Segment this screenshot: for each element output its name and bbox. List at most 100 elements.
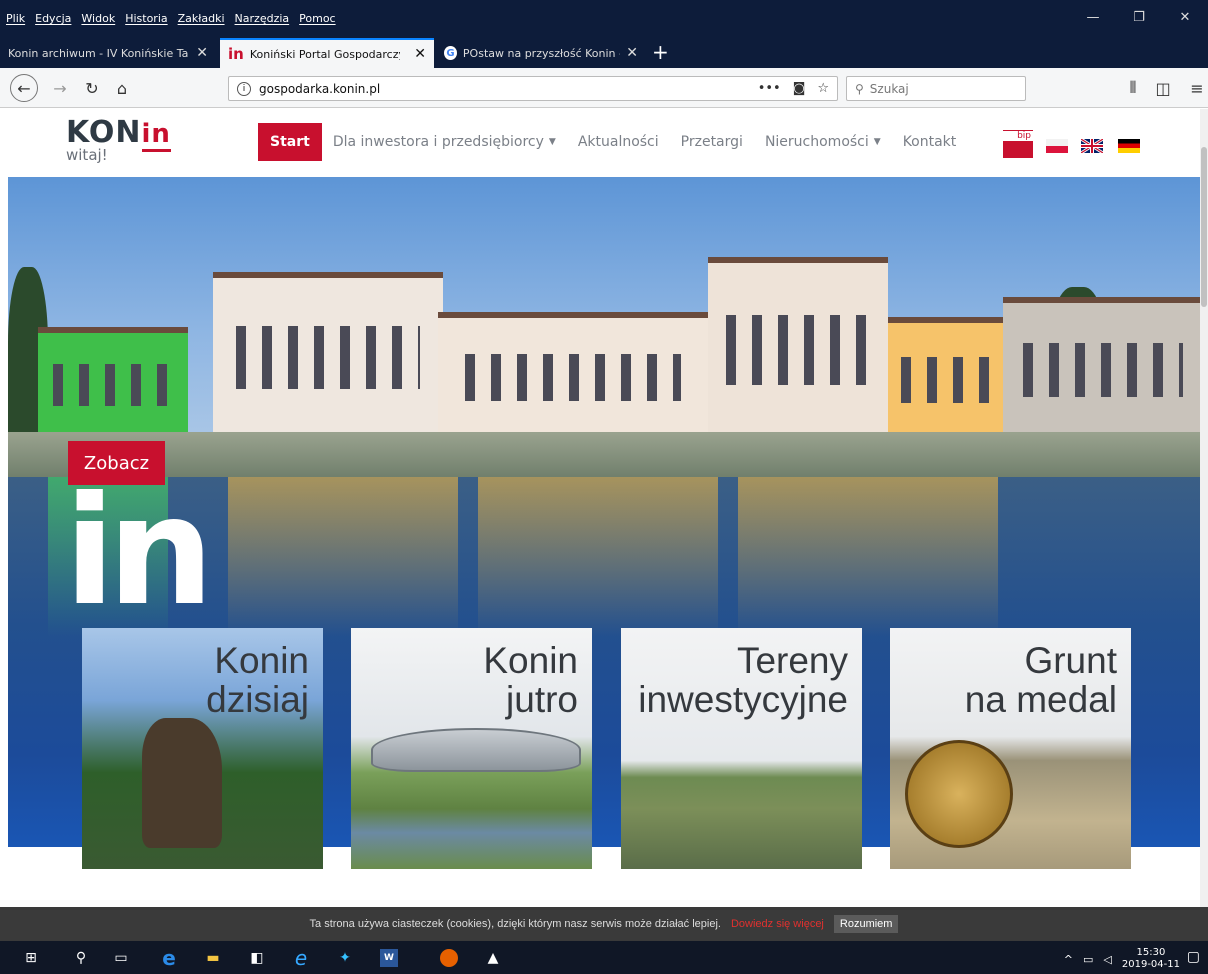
stadium-graphic [371,728,581,772]
scrollbar-thumb[interactable] [1201,147,1207,307]
nav-aktualnosci[interactable]: Aktualności [567,123,670,161]
caret-down-icon: ▼ [873,137,881,147]
back-arrow-icon[interactable]: ← [10,74,38,102]
search-icon: ⚲ [855,81,864,96]
network-icon[interactable]: ▭ [1083,953,1093,966]
cookie-more-link[interactable]: Dowiedz się więcej [731,918,824,930]
card-grunt-na-medal[interactable]: Grunt na medal [890,628,1131,869]
hero-reflection [228,477,458,637]
search-placeholder: Szukaj [869,81,909,96]
edge-icon[interactable]: e [160,946,178,970]
flag-uk-icon[interactable] [1080,137,1104,155]
tab-label: POstaw na przyszłość Konin - S [462,46,621,60]
forward-arrow-icon[interactable]: → [48,76,72,100]
cookie-text: Ta strona używa ciasteczek (cookies), dz… [309,918,721,930]
hero-building [1003,297,1203,437]
hero-building [213,272,443,437]
store-icon[interactable]: ◧ [248,949,266,967]
search-input[interactable]: ⚲ Szukaj [846,76,1026,101]
nav-label: Nieruchomości [764,134,869,150]
clock[interactable]: 15:30 2019-04-11 [1122,947,1180,971]
menu-file[interactable]: Plik [6,12,25,25]
card-title-line1: Konin [483,640,578,681]
hero-in-logo: in [64,465,214,639]
nav-label: Start [270,134,310,150]
card-title: Konin dzisiaj [206,641,309,720]
tab-close-icon[interactable]: ✕ [414,46,426,62]
home-icon[interactable]: ⌂ [110,76,134,100]
card-konin-jutro[interactable]: Konin jutro [351,628,592,869]
page-scrollbar[interactable] [1200,109,1208,907]
sidebar-icon[interactable]: ◫ [1152,76,1174,100]
flag-de-icon[interactable] [1118,139,1140,153]
info-icon[interactable]: i [237,81,251,96]
flag-pl-icon[interactable] [1046,139,1068,153]
restore-icon[interactable]: ❐ [1116,0,1162,34]
cookie-bar: Ta strona używa ciasteczek (cookies), dz… [0,907,1208,941]
bip-logo[interactable]: bip [1003,130,1033,162]
system-tray: ^ ▭ ◁ 15:30 2019-04-11 [1064,947,1180,971]
ie-icon[interactable]: e [292,946,310,970]
hero-building [438,312,708,437]
logo-in: in [141,119,171,152]
menu-help[interactable]: Pomoc [299,12,335,25]
nav-przetargi[interactable]: Przetargi [670,123,754,161]
tab-konin-archiwum[interactable]: Konin archiwum - IV Konińskie Targ ✕ [0,38,216,68]
tab-label: Konin archiwum - IV Konińskie Targ [8,46,188,60]
menu-view[interactable]: Widok [81,12,115,25]
horse-statue-graphic [142,718,222,848]
logo-text: KON [66,115,142,150]
hamburger-menu-icon[interactable]: ≡ [1186,76,1208,100]
minimize-icon[interactable]: — [1070,0,1116,34]
nav-label: Aktualności [577,134,659,150]
caret-down-icon: ▼ [548,137,556,147]
url-text: gospodarka.konin.pl [259,81,381,96]
nav-start[interactable]: Start [258,123,322,161]
page-actions: ••• ◙ ☆ [758,81,829,96]
tab-postaw[interactable]: G POstaw na przyszłość Konin - S ✕ [436,38,646,68]
address-bar[interactable]: i gospodarka.konin.pl ••• ◙ ☆ [228,76,838,101]
nav-kontakt[interactable]: Kontakt [892,123,968,161]
nav-label: Dla inwestora i przedsiębiorcy [332,134,544,150]
close-window-icon[interactable]: ✕ [1162,0,1208,34]
tab-close-icon[interactable]: ✕ [626,45,638,61]
new-tab-icon[interactable]: + [652,40,669,64]
card-title-line2: na medal [964,678,1117,720]
nav-label: Przetargi [680,134,743,150]
reload-icon[interactable]: ↻ [80,76,104,100]
tab-label: Koniński Portal Gospodarczy [249,47,400,61]
task-view-icon[interactable]: ▭ [112,949,130,967]
windows-start-icon[interactable]: ⊞ [22,949,40,967]
firefox-icon[interactable] [440,949,458,967]
search-icon[interactable]: ⚲ [72,949,90,967]
clock-date: 2019-04-11 [1121,959,1180,970]
menu-tools[interactable]: Narzędzia [235,12,290,25]
more-actions-icon[interactable]: ••• [758,81,781,96]
library-icon[interactable]: ⫴ [1122,76,1144,100]
word-icon[interactable]: W [380,949,398,967]
logo-wordmark: KONin [66,115,171,152]
tab-close-icon[interactable]: ✕ [196,45,208,61]
cookie-accept-button[interactable]: Rozumiem [833,915,899,933]
card-title-line2: inwestycyjne [638,678,848,720]
tab-portal-gospodarczy[interactable]: in Koniński Portal Gospodarczy ✕ [220,38,434,68]
network-app-icon[interactable]: ✦ [336,949,354,967]
menu-bookmarks[interactable]: Zakładki [178,12,225,25]
pocket-icon[interactable]: ◙ [793,81,806,96]
card-title-line2: jutro [506,678,578,720]
windows-taskbar: ⊞ ⚲ ▭ e ▬ ◧ e ✦ W ▲ ^ ▭ ◁ 15:30 2019-04-… [0,941,1208,974]
notification-icon[interactable]: ▢ [1187,949,1200,965]
volume-icon[interactable]: ◁ [1103,953,1111,966]
tray-chevron-icon[interactable]: ^ [1064,953,1073,966]
file-explorer-icon[interactable]: ▬ [204,949,222,967]
card-tereny-inwestycyjne[interactable]: Tereny inwestycyjne [621,628,862,869]
photos-icon[interactable]: ▲ [484,949,502,967]
nav-dla-inwestora[interactable]: Dla inwestora i przedsiębiorcy ▼ [322,123,567,161]
bookmark-star-icon[interactable]: ☆ [817,81,829,96]
site-logo[interactable]: KONin witaj! [66,115,171,164]
hero-building [38,327,188,437]
nav-nieruchomosci[interactable]: Nieruchomości ▼ [754,123,892,161]
card-konin-dzisiaj[interactable]: Konin dzisiaj [82,628,323,869]
menu-history[interactable]: Historia [125,12,167,25]
menu-edit[interactable]: Edycja [35,12,71,25]
